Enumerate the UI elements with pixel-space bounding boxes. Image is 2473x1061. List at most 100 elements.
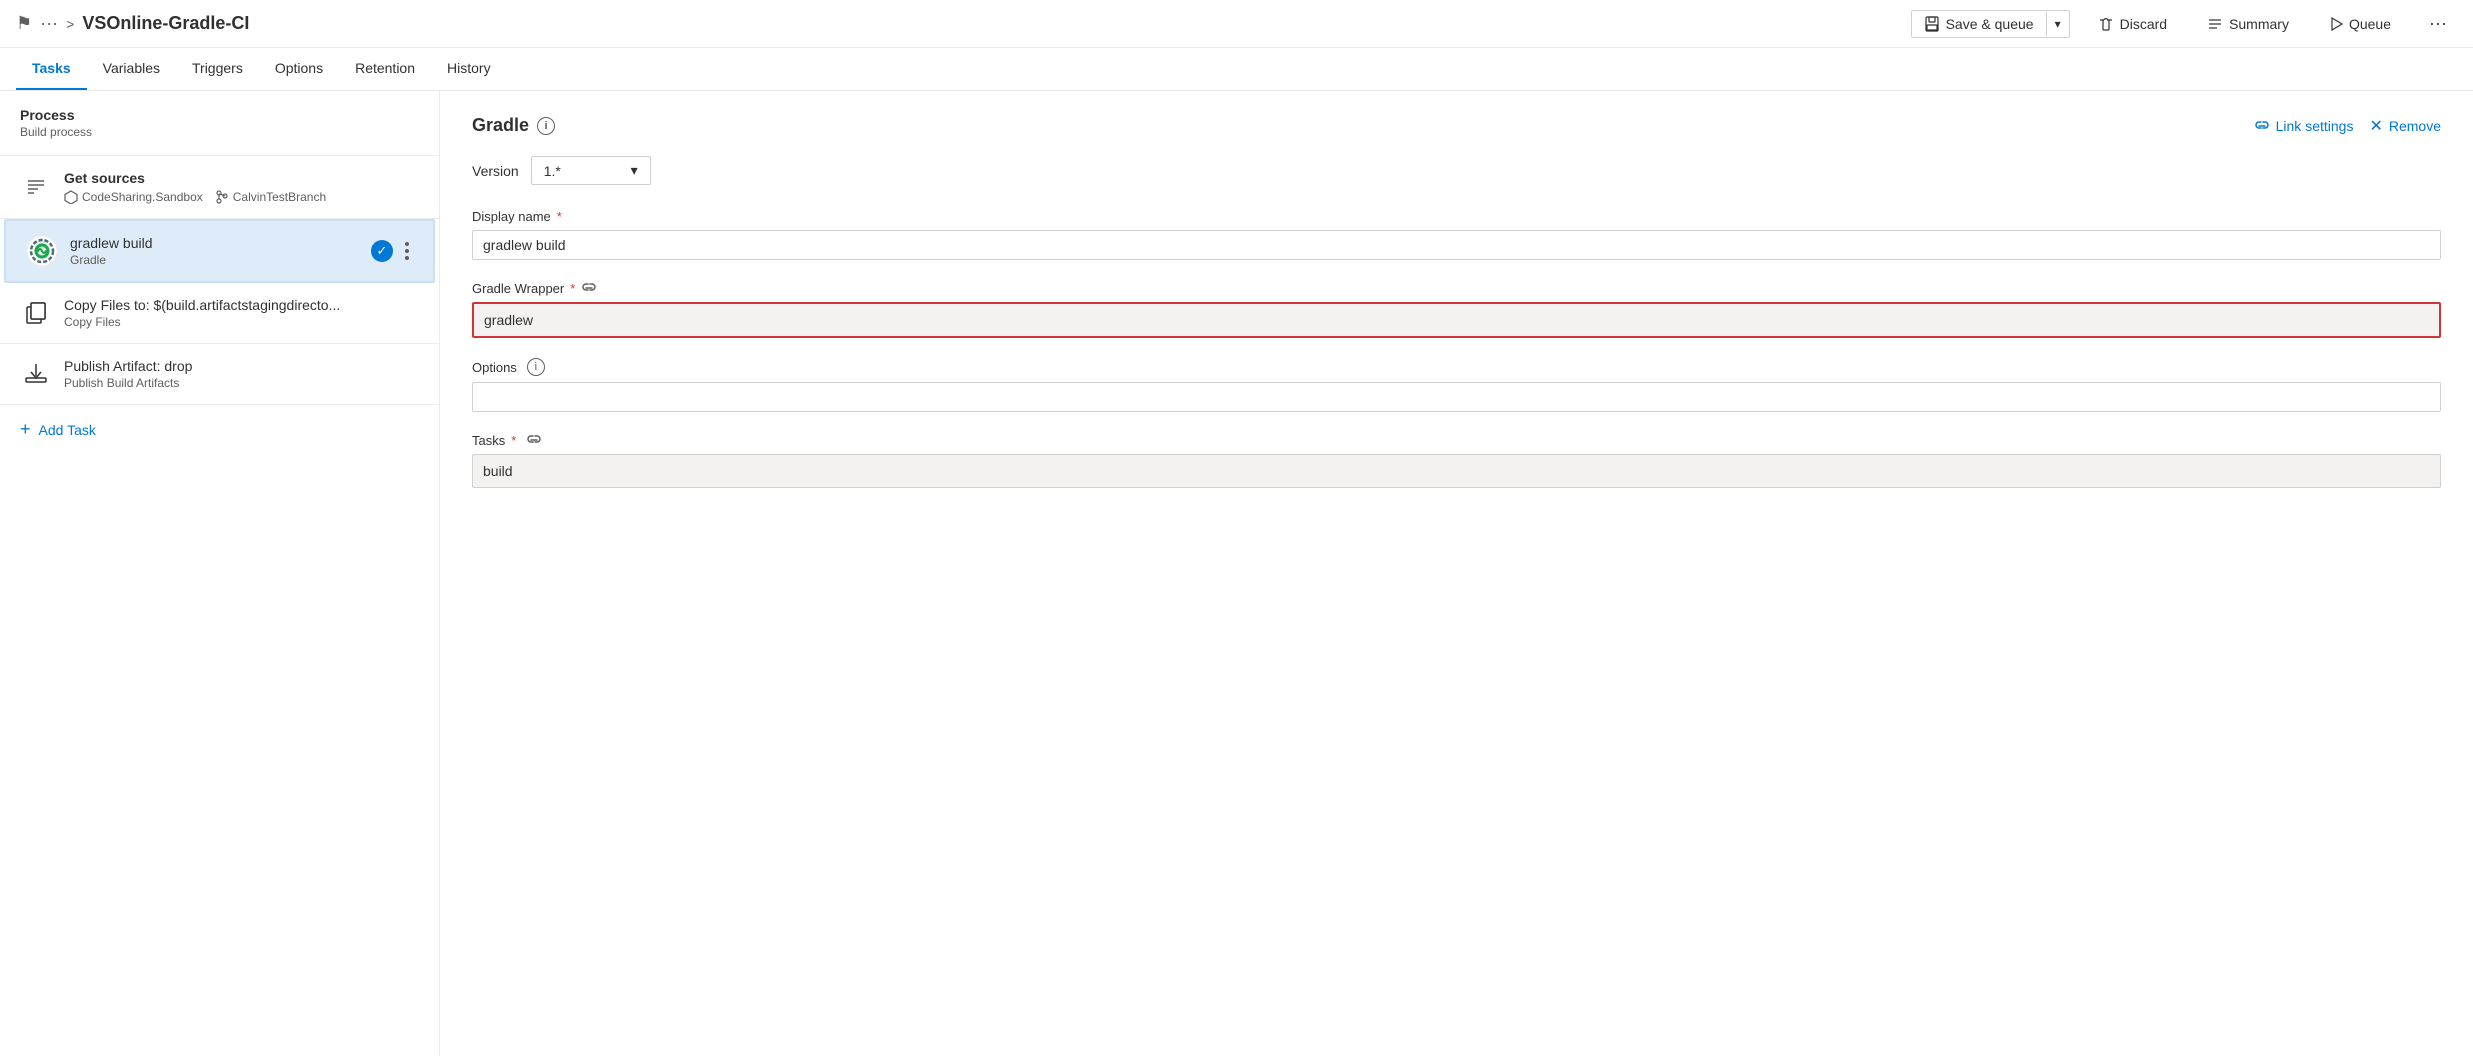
process-title: Process (20, 107, 419, 123)
discard-icon (2098, 16, 2114, 32)
process-subtitle: Build process (20, 125, 419, 139)
display-name-label: Display name (472, 209, 551, 224)
top-bar: ⚑ ··· > VSOnline-Gradle-CI Save & queue … (0, 0, 2473, 48)
remove-x-icon: ✕ (2369, 116, 2382, 136)
main-layout: Process Build process Get sources (0, 91, 2473, 1056)
tabs-bar: Tasks Variables Triggers Options Retenti… (0, 48, 2473, 91)
gradlew-build-actions: ✓ (371, 238, 413, 264)
pipeline-icon: ⚑ (16, 13, 32, 34)
tab-retention[interactable]: Retention (339, 48, 431, 90)
tab-options[interactable]: Options (259, 48, 339, 90)
pipeline-title: VSOnline-Gradle-CI (82, 13, 249, 34)
display-name-label-row: Display name * (472, 209, 2441, 224)
gradle-header: Gradle i Link settings ✕ Remove (472, 115, 2441, 136)
options-label-row: Options i (472, 358, 2441, 376)
save-queue-dropdown-button[interactable]: ▾ (2046, 12, 2069, 36)
gradle-wrapper-required: * (570, 281, 575, 296)
repo-icon (64, 190, 78, 204)
gradle-actions: Link settings ✕ Remove (2254, 116, 2441, 136)
task-copy-files[interactable]: Copy Files to: $(build.artifactstagingdi… (0, 283, 439, 344)
task-publish-artifact[interactable]: Publish Artifact: drop Publish Build Art… (0, 344, 439, 405)
remove-button[interactable]: ✕ Remove (2369, 116, 2441, 136)
save-icon (1924, 16, 1940, 32)
branch-name: CalvinTestBranch (233, 190, 326, 204)
more-options-button[interactable]: ··· (2419, 8, 2457, 39)
options-group: Options i (472, 358, 2441, 412)
get-sources-meta: CodeSharing.Sandbox CalvinTestBranch (64, 190, 419, 204)
gradlew-build-info: gradlew build Gradle (70, 235, 359, 267)
top-bar-right: Save & queue ▾ Discard Summary Queue (1911, 8, 2457, 39)
summary-button[interactable]: Summary (2195, 11, 2301, 37)
gradle-wrapper-value: gradlew (484, 312, 533, 328)
tasks-input[interactable]: build (472, 454, 2441, 488)
save-queue-label: Save & queue (1946, 16, 2034, 32)
tab-variables[interactable]: Variables (87, 48, 176, 90)
top-bar-left: ⚑ ··· > VSOnline-Gradle-CI (16, 13, 1911, 34)
link-icon (2254, 118, 2270, 134)
summary-icon (2207, 16, 2223, 32)
get-sources-icon (20, 171, 52, 203)
queue-icon (2329, 17, 2343, 31)
gradle-wrapper-input[interactable]: gradlew (472, 302, 2441, 338)
save-queue-button[interactable]: Save & queue (1912, 11, 2046, 37)
copy-files-icon (20, 297, 52, 329)
breadcrumb-dots[interactable]: ··· (40, 13, 58, 34)
repo-name: CodeSharing.Sandbox (82, 190, 203, 204)
discard-button[interactable]: Discard (2086, 11, 2179, 37)
breadcrumb-separator: > (66, 16, 74, 32)
link-settings-button[interactable]: Link settings (2254, 118, 2354, 134)
gradle-icon (26, 235, 58, 267)
branch-item: CalvinTestBranch (215, 190, 326, 204)
tab-tasks[interactable]: Tasks (16, 48, 87, 90)
gradle-title-group: Gradle i (472, 115, 555, 136)
gradlew-build-name: gradlew build (70, 235, 359, 251)
version-value: 1.* (544, 163, 561, 179)
publish-artifact-sub: Publish Build Artifacts (64, 376, 419, 390)
gradlew-build-sub: Gradle (70, 253, 359, 267)
gradle-wrapper-group: Gradle Wrapper * gradlew (472, 280, 2441, 338)
display-name-group: Display name * (472, 209, 2441, 260)
add-task-item[interactable]: + Add Task (0, 405, 439, 454)
publish-artifact-icon (20, 358, 52, 390)
version-row: Version 1.* ▾ (472, 156, 2441, 185)
right-panel: Gradle i Link settings ✕ Remove Version (440, 91, 2473, 1056)
summary-label: Summary (2229, 16, 2289, 32)
options-input[interactable] (472, 382, 2441, 412)
add-task-plus-icon: + (20, 419, 31, 440)
copy-files-name: Copy Files to: $(build.artifactstagingdi… (64, 297, 419, 313)
gradle-wrapper-link-icon (581, 280, 597, 296)
version-select[interactable]: 1.* ▾ (531, 156, 651, 185)
queue-button[interactable]: Queue (2317, 11, 2403, 37)
display-name-input[interactable] (472, 230, 2441, 260)
task-kebab-menu[interactable] (401, 238, 413, 264)
save-queue-group: Save & queue ▾ (1911, 10, 2070, 38)
get-sources-item[interactable]: Get sources CodeSharing.Sandbox (0, 156, 439, 219)
tasks-value: build (483, 463, 513, 479)
remove-label: Remove (2389, 118, 2441, 134)
task-enabled-check[interactable]: ✓ (371, 240, 393, 262)
options-info-icon[interactable]: i (527, 358, 545, 376)
tab-triggers[interactable]: Triggers (176, 48, 259, 90)
get-sources-info: Get sources CodeSharing.Sandbox (64, 170, 419, 204)
tasks-label-row: Tasks * (472, 432, 2441, 448)
branch-icon (215, 190, 229, 204)
get-sources-name: Get sources (64, 170, 419, 186)
publish-artifact-info: Publish Artifact: drop Publish Build Art… (64, 358, 419, 390)
queue-label: Queue (2349, 16, 2391, 32)
task-gradlew-build[interactable]: gradlew build Gradle ✓ (4, 219, 435, 283)
process-section: Process Build process (0, 91, 439, 156)
left-panel: Process Build process Get sources (0, 91, 440, 1056)
gradle-wrapper-label: Gradle Wrapper (472, 281, 564, 296)
gradle-info-icon[interactable]: i (537, 117, 555, 135)
repo-item: CodeSharing.Sandbox (64, 190, 203, 204)
tasks-required: * (511, 433, 516, 448)
tasks-link-icon (526, 432, 542, 448)
tab-history[interactable]: History (431, 48, 507, 90)
copy-files-info: Copy Files to: $(build.artifactstagingdi… (64, 297, 419, 329)
gradle-title-text: Gradle (472, 115, 529, 136)
tasks-label: Tasks (472, 433, 505, 448)
version-label: Version (472, 163, 519, 179)
publish-artifact-name: Publish Artifact: drop (64, 358, 419, 374)
tasks-group: Tasks * build (472, 432, 2441, 488)
discard-label: Discard (2120, 16, 2167, 32)
